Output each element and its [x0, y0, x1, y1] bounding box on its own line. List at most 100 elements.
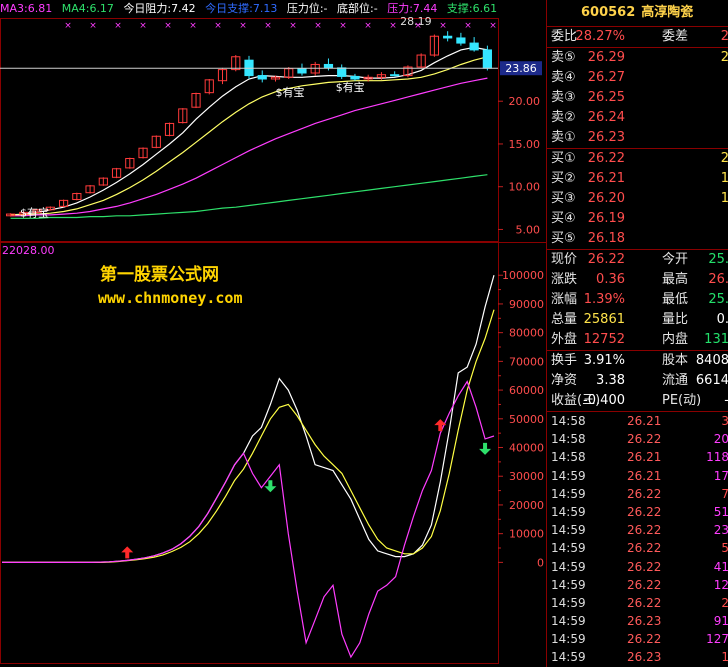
candle-body [323, 63, 334, 69]
quote-row: 涨跌 0.36 最高 26. [547, 270, 728, 290]
tick-price: 26.22 [627, 432, 662, 447]
indicator-y-tick-label: 0 [537, 556, 544, 569]
tick-row[interactable]: 14:59 26.22 127 [547, 630, 728, 648]
signal-text: $有宝 [336, 80, 365, 94]
pressure-pos-label: 压力位:- [286, 2, 328, 15]
ratio-row: 委比 28.27% 委差 2 [547, 27, 728, 48]
buy-order-label: 买③ [551, 191, 576, 206]
sell-order-price: 26.24 [587, 110, 625, 125]
sell-order-label: 卖② [551, 110, 576, 125]
tick-price: 26.22 [627, 523, 662, 538]
tick-row[interactable]: 14:59 26.23 1 [547, 648, 728, 666]
candle-body [482, 49, 492, 69]
buy-order-price: 26.20 [587, 191, 625, 206]
quote-label: 量比 [662, 312, 689, 327]
tick-row[interactable]: 14:59 26.22 41 [547, 558, 728, 576]
fundamental-label: 净资 [551, 373, 578, 388]
tick-row[interactable]: 14:59 26.22 51 [547, 503, 728, 521]
buy-order-label: 买④ [551, 211, 576, 226]
tick-row[interactable]: 14:59 26.22 7 [547, 485, 728, 503]
marker-glyph: × [164, 21, 172, 31]
signal-text: $有宝 [20, 205, 49, 219]
quote-value: 25. [708, 252, 728, 267]
quote-label: 现价 [551, 252, 578, 267]
tick-time: 14:59 [551, 486, 586, 501]
tick-volume: 20 [713, 432, 728, 447]
sell-order-label: 卖④ [551, 70, 576, 85]
sell-order-price: 26.23 [587, 130, 625, 145]
marker-glyph: × [389, 21, 397, 31]
tick-time: 14:58 [551, 432, 586, 447]
support2-label: 支撑:6.61 [446, 2, 498, 15]
fundamental-row: 收益(三)-0.400PE(动)- [547, 391, 728, 411]
indicator-series-line [2, 275, 495, 564]
buy-order-label: 买② [551, 171, 576, 186]
tick-time: 14:59 [551, 595, 586, 610]
stock-name: 高淳陶瓷 [641, 5, 694, 20]
marker-glyph: × [139, 21, 147, 31]
tick-row[interactable]: 14:59 26.21 17 [547, 467, 728, 485]
quote-row: 现价 26.22 今开 25. [547, 250, 728, 270]
diff-value: 2 [720, 29, 728, 44]
watermark-title: 第一股票公式网 [100, 265, 219, 285]
tick-row[interactable]: 14:59 26.22 5 [547, 539, 728, 557]
quote-row: 外盘 12752 内盘 131 [547, 330, 728, 350]
ma3-label: MA3:6.81 [0, 2, 53, 15]
quote-panel: 600562 高淳陶瓷 委比 28.27% 委差 2 卖⑤ 26.29 2 卖④ 26.2… [546, 0, 728, 667]
buy-order-volume: 1 [720, 191, 728, 206]
quote-value: 1.39% [583, 292, 625, 307]
tick-list[interactable]: 14:58 26.21 3 14:58 26.22 20 14:58 26.21 118 14:5… [547, 412, 728, 667]
stock-code: 600562 [581, 5, 636, 20]
tick-row[interactable]: 14:59 26.22 12 [547, 576, 728, 594]
tick-price: 26.21 [627, 414, 662, 428]
tick-time: 14:59 [551, 541, 586, 556]
tick-volume: 17 [713, 468, 728, 483]
quote-value: 25861 [583, 312, 625, 327]
price-y-tick-label: 10.00 [509, 181, 541, 194]
tick-time: 14:59 [551, 632, 586, 647]
price-pane-frame [0, 18, 499, 242]
marker-glyph: × [364, 21, 372, 31]
tick-price: 26.23 [627, 650, 662, 665]
tick-price: 26.22 [627, 595, 662, 610]
tick-price: 26.22 [627, 486, 662, 501]
tick-row[interactable]: 14:59 26.22 23 [547, 521, 728, 539]
tick-volume: 5 [721, 541, 728, 556]
tick-row[interactable]: 14:59 26.23 91 [547, 612, 728, 630]
fundamentals: 换手 3.91% 股本 8408 净资 3.38 流通 6614 收益(三) -0.400 PE(动… [547, 351, 728, 412]
quote-label: 涨幅 [551, 292, 578, 307]
price-series-line [10, 174, 488, 219]
marker-glyph: × [239, 21, 247, 31]
tick-price: 26.22 [627, 541, 662, 556]
tick-row[interactable]: 14:58 26.21 3 [547, 412, 728, 430]
buy-order-row: 买④ 26.19 [547, 209, 728, 229]
tick-time: 14:59 [551, 468, 586, 483]
marker-glyph: × [189, 21, 197, 31]
buy-order-price: 26.21 [587, 171, 625, 186]
indicator-legend: MA3:6.81 MA4:6.17 今日阻力:7.42 今日支撑:7.13 压力… [0, 0, 545, 18]
tick-volume: 51 [713, 504, 728, 519]
fundamental-label: 换手 [551, 353, 578, 368]
tick-price: 26.21 [627, 468, 662, 483]
tick-time: 14:59 [551, 559, 586, 574]
tick-price: 26.22 [627, 577, 662, 592]
tick-row[interactable]: 14:59 26.22 2 [547, 594, 728, 612]
candle-body [257, 75, 267, 80]
candle-body [469, 42, 479, 51]
marker-glyph: × [439, 21, 447, 31]
tick-row[interactable]: 14:58 26.22 20 [547, 430, 728, 448]
candle-body [350, 75, 360, 80]
tick-volume: 23 [713, 523, 728, 538]
marker-glyph: × [464, 21, 472, 31]
indicator-title: 22028.00 [2, 244, 55, 257]
quote-value: 131 [704, 332, 728, 347]
chart-area: 5.0010.0015.0020.0023.8628.19$有宝$有宝 $有宝× ×… [0, 15, 546, 664]
fundamental-label: PE(动) [662, 393, 702, 408]
sell-order-label: 卖① [551, 130, 576, 145]
tick-price: 26.22 [627, 632, 662, 647]
marker-glyph: × [489, 21, 497, 31]
sell-order-volume: 2 [720, 50, 728, 65]
tick-price: 26.21 [627, 450, 662, 465]
marker-glyph: × [314, 21, 322, 31]
tick-row[interactable]: 14:58 26.21 118 [547, 448, 728, 466]
